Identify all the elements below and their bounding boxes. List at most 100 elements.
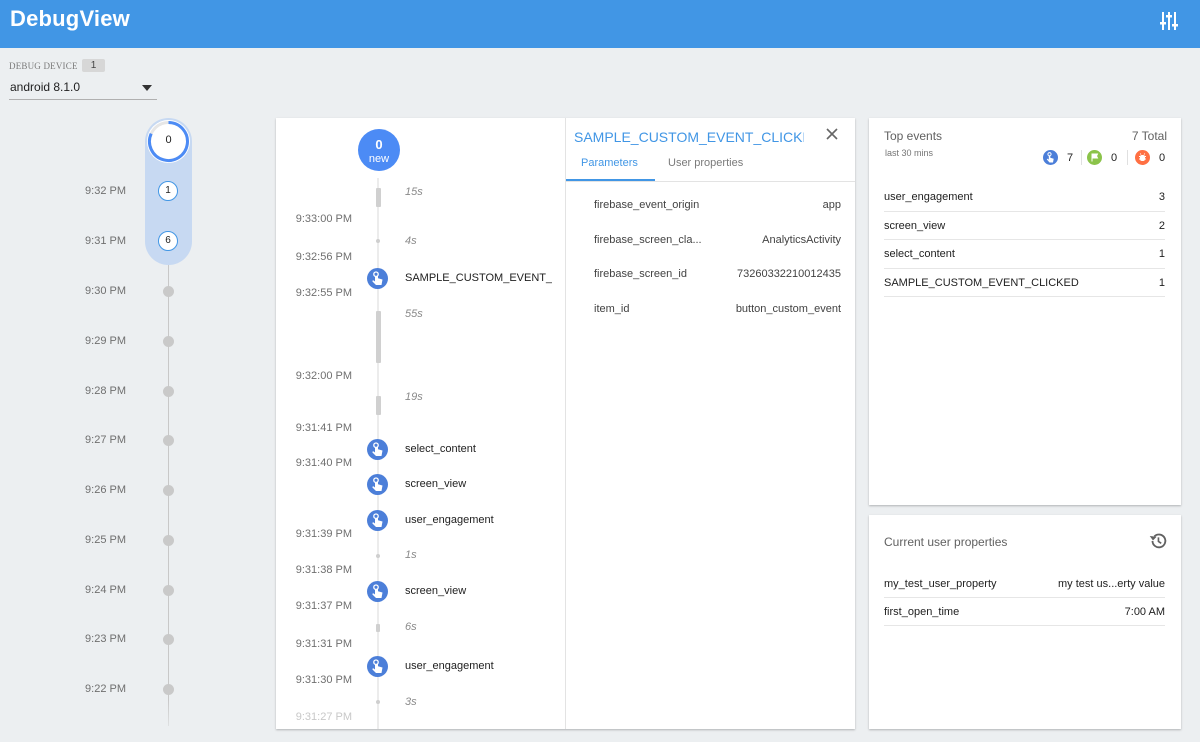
top-event-count: 2	[1158, 220, 1165, 232]
minute-dot[interactable]	[163, 585, 174, 596]
stream-timestamp: 9:32:56 PM	[295, 251, 352, 263]
dropdown-caret-icon	[142, 85, 152, 91]
close-icon[interactable]	[824, 126, 840, 142]
minute-dot[interactable]	[163, 684, 174, 695]
param-key: firebase_screen_cla...	[594, 234, 702, 246]
row-divider	[884, 597, 1165, 598]
minute-dot[interactable]	[163, 634, 174, 645]
event-stream-card: 0 new 15s 4s 55s 19s 1s 6s 3s 9:33:00 PM…	[276, 118, 855, 729]
debug-device-label: DEBUG DEVICE	[9, 61, 78, 71]
stream-timestamp: 9:31:39 PM	[295, 528, 352, 540]
minute-dot[interactable]	[163, 286, 174, 297]
device-select[interactable]: android 8.1.0	[9, 76, 157, 100]
stream-timestamp: 9:31:38 PM	[295, 564, 352, 576]
touch-event-icon[interactable]	[367, 510, 388, 531]
stream-timestamp: 9:33:00 PM	[295, 213, 352, 225]
top-events-total: 7 Total	[1131, 129, 1167, 143]
top-event-count: 1	[1158, 277, 1165, 289]
minute-event-count[interactable]: 1	[158, 181, 178, 201]
top-event-count: 3	[1158, 191, 1165, 203]
stream-event-name[interactable]: user_engagement	[405, 514, 552, 526]
param-value: 73260332210012435	[736, 268, 841, 280]
minute-label: 9:28 PM	[85, 385, 126, 397]
device-count-badge: 1	[82, 59, 105, 72]
tune-settings-icon[interactable]	[1157, 9, 1181, 33]
user-properties-title: Current user properties	[884, 535, 1008, 549]
minute-label: 9:27 PM	[85, 434, 126, 446]
error-event-count: 0	[1159, 152, 1166, 164]
user-property-value: my test us...erty value	[1058, 578, 1165, 590]
tab-user-properties[interactable]: User properties	[668, 157, 743, 169]
touch-event-icon[interactable]	[367, 268, 388, 289]
time-gap-bar	[376, 396, 381, 415]
stream-timestamp: 9:31:41 PM	[295, 422, 352, 434]
active-tab-indicator	[566, 179, 655, 181]
top-event-name[interactable]: select_content	[884, 248, 955, 260]
time-gap-label: 4s	[405, 235, 417, 247]
time-gap-bar	[376, 624, 380, 632]
top-event-name[interactable]: screen_view	[884, 220, 945, 232]
top-event-name[interactable]: SAMPLE_CUSTOM_EVENT_CLICKED	[884, 277, 1079, 289]
flag-icon[interactable]	[1087, 150, 1102, 165]
minute-dot[interactable]	[163, 386, 174, 397]
time-gap-label: 3s	[405, 696, 417, 708]
stream-event-name[interactable]: user_engagement	[405, 660, 552, 672]
touch-event-count: 7	[1067, 152, 1074, 164]
minute-label: 9:24 PM	[85, 584, 126, 596]
minute-label: 9:23 PM	[85, 633, 126, 645]
top-events-card: Top events last 30 mins 7 Total 7 0 0 us…	[869, 118, 1181, 505]
minute-dot[interactable]	[163, 435, 174, 446]
stream-timestamp: 9:32:55 PM	[295, 287, 352, 299]
stream-event-name[interactable]: SAMPLE_CUSTOM_EVENT_CLICKED	[405, 272, 552, 284]
param-key: firebase_event_origin	[594, 199, 700, 211]
time-gap-label: 55s	[405, 308, 423, 320]
touch-event-icon[interactable]	[1043, 150, 1058, 165]
touch-event-icon[interactable]	[367, 439, 388, 460]
event-detail-title: SAMPLE_CUSTOM_EVENT_CLICKED	[574, 129, 804, 145]
stream-event-name[interactable]: select_content	[405, 443, 552, 455]
row-divider	[884, 211, 1165, 212]
param-key: item_id	[594, 303, 630, 315]
touch-event-icon[interactable]	[367, 581, 388, 602]
stream-event-name[interactable]: screen_view	[405, 478, 552, 490]
new-events-count: 0	[375, 137, 383, 152]
history-icon[interactable]	[1147, 530, 1169, 552]
time-gap-label: 1s	[405, 549, 417, 561]
app-title: DebugView	[10, 6, 130, 31]
row-divider	[884, 239, 1165, 240]
minute-label: 9:31 PM	[85, 235, 126, 247]
timeline-fade	[0, 700, 260, 742]
error-bug-icon[interactable]	[1135, 150, 1150, 165]
row-divider	[884, 268, 1165, 269]
tabs-divider	[566, 181, 855, 182]
time-gap-label: 19s	[405, 391, 423, 403]
time-gap-bar	[376, 188, 381, 207]
user-property-value: 7:00 AM	[1124, 606, 1165, 618]
time-gap-dot	[376, 239, 380, 243]
flag-event-count: 0	[1111, 152, 1118, 164]
minute-label: 9:22 PM	[85, 683, 126, 695]
top-events-title: Top events	[884, 129, 943, 143]
stream-timestamp: 9:31:37 PM	[295, 600, 352, 612]
stream-event-name[interactable]: screen_view	[405, 585, 552, 597]
stream-timestamp: 9:32:00 PM	[295, 370, 352, 382]
touch-event-icon[interactable]	[367, 474, 388, 495]
minute-dot[interactable]	[163, 485, 174, 496]
minute-event-count[interactable]: 6	[158, 231, 178, 251]
touch-event-icon[interactable]	[367, 656, 388, 677]
stream-timestamp: 9:31:40 PM	[295, 457, 352, 469]
user-property-name: my_test_user_property	[884, 578, 997, 590]
minute-dot[interactable]	[163, 336, 174, 347]
top-events-subtitle: last 30 mins	[885, 148, 934, 158]
type-separator	[1081, 150, 1082, 165]
minute-dot[interactable]	[163, 535, 174, 546]
current-minute-counter[interactable]: 0	[147, 120, 190, 163]
time-gap-label: 15s	[405, 186, 423, 198]
top-event-count: 1	[1158, 248, 1165, 260]
minute-label: 9:25 PM	[85, 534, 126, 546]
tab-parameters[interactable]: Parameters	[581, 157, 638, 169]
top-event-name[interactable]: user_engagement	[884, 191, 973, 203]
new-events-button[interactable]: 0 new	[358, 129, 400, 171]
time-gap-dot	[376, 700, 380, 704]
stream-timestamp: 9:31:27 PM	[295, 711, 352, 723]
